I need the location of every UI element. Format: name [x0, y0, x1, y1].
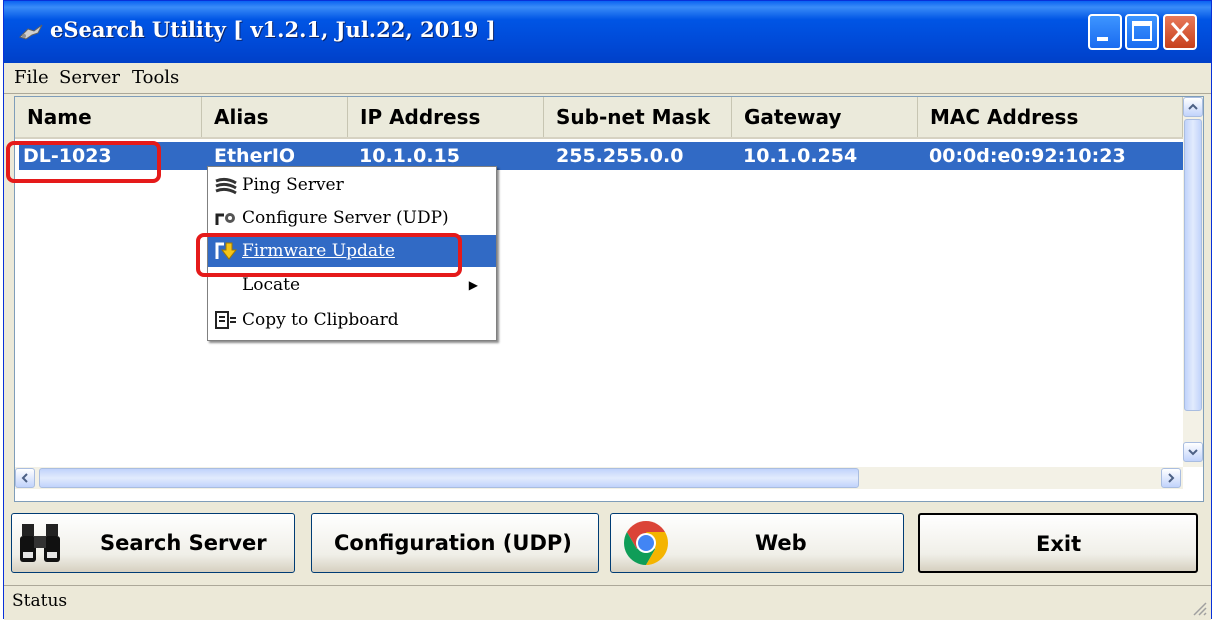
title-bar[interactable]: eSearch Utility [ v1.2.1, Jul.22, 2019 ] [4, 1, 1211, 63]
vertical-scrollbar[interactable] [1183, 97, 1203, 467]
chevron-right-icon [1168, 473, 1175, 483]
horizontal-scroll-thumb[interactable] [39, 468, 859, 488]
maximize-icon [1132, 21, 1152, 41]
context-item-configure-server[interactable]: Configure Server (UDP) [208, 202, 496, 234]
status-text: Status [12, 591, 68, 611]
column-mac-address[interactable]: MAC Address [918, 97, 1183, 137]
highlight-box-device-name [6, 141, 161, 183]
app-icon [19, 24, 43, 40]
context-item-copy-clipboard[interactable]: Copy to Clipboard [208, 304, 496, 336]
menu-tools[interactable]: Tools [132, 67, 179, 88]
clipboard-icon [215, 311, 236, 329]
cell-mac: 00:0d:e0:92:10:23 [929, 145, 1126, 167]
web-label: Web [755, 531, 807, 555]
chevron-left-icon [21, 473, 28, 483]
window-title: eSearch Utility [ v1.2.1, Jul.22, 2019 ] [50, 17, 496, 42]
context-item-label: Configure Server (UDP) [242, 208, 449, 228]
minimize-button[interactable] [1088, 14, 1122, 50]
cell-gateway: 10.1.0.254 [743, 145, 858, 167]
context-item-label: Copy to Clipboard [242, 310, 399, 330]
scroll-up-button[interactable] [1183, 97, 1203, 117]
scroll-down-button[interactable] [1183, 442, 1203, 462]
table-row[interactable]: DL-1023 EtherIO 10.1.0.15 255.255.0.0 10… [19, 142, 1183, 170]
scroll-right-button[interactable] [1161, 468, 1181, 488]
column-name[interactable]: Name [15, 97, 202, 137]
chevron-down-icon [1188, 449, 1198, 456]
context-item-label: Ping Server [242, 175, 344, 195]
configuration-udp-button[interactable]: Configuration (UDP) [311, 513, 599, 573]
menu-file[interactable]: File [14, 67, 49, 88]
resize-grip-icon[interactable] [1189, 598, 1207, 616]
ping-icon [215, 177, 237, 195]
status-bar: Status [4, 585, 1211, 620]
exit-label: Exit [1036, 532, 1082, 556]
list-header: Name Alias IP Address Sub-net Mask Gatew… [15, 97, 1183, 139]
column-gateway[interactable]: Gateway [732, 97, 918, 137]
column-ip-address[interactable]: IP Address [348, 97, 544, 137]
button-bar: Search Server Configuration (UDP) Web Ex… [4, 509, 1211, 585]
column-alias[interactable]: Alias [202, 97, 348, 137]
menu-server[interactable]: Server [59, 67, 120, 88]
close-button[interactable] [1163, 14, 1197, 50]
configure-icon [215, 213, 235, 225]
configuration-udp-label: Configuration (UDP) [334, 531, 572, 555]
maximize-button[interactable] [1125, 14, 1159, 50]
column-subnet-mask[interactable]: Sub-net Mask [544, 97, 732, 137]
highlight-box-firmware-update [196, 233, 462, 277]
chevron-up-icon [1188, 103, 1198, 110]
close-icon [1170, 22, 1190, 42]
binoculars-icon [20, 524, 60, 562]
context-item-ping-server[interactable]: Ping Server [208, 169, 496, 201]
web-button[interactable]: Web [610, 513, 904, 573]
esearch-window: eSearch Utility [ v1.2.1, Jul.22, 2019 ]… [3, 0, 1212, 620]
search-server-label: Search Server [100, 531, 267, 555]
exit-button[interactable]: Exit [918, 513, 1198, 573]
server-list[interactable]: Name Alias IP Address Sub-net Mask Gatew… [14, 96, 1204, 502]
horizontal-scrollbar[interactable] [15, 467, 1183, 489]
menu-bar: File Server Tools [4, 63, 1211, 94]
vertical-scroll-thumb[interactable] [1184, 119, 1202, 411]
chrome-icon [624, 521, 668, 565]
scroll-left-button[interactable] [15, 468, 35, 488]
minimize-icon [1097, 37, 1108, 41]
search-server-button[interactable]: Search Server [11, 513, 295, 573]
submenu-arrow-icon: ▶ [468, 278, 478, 292]
cell-mask: 255.255.0.0 [556, 145, 684, 167]
